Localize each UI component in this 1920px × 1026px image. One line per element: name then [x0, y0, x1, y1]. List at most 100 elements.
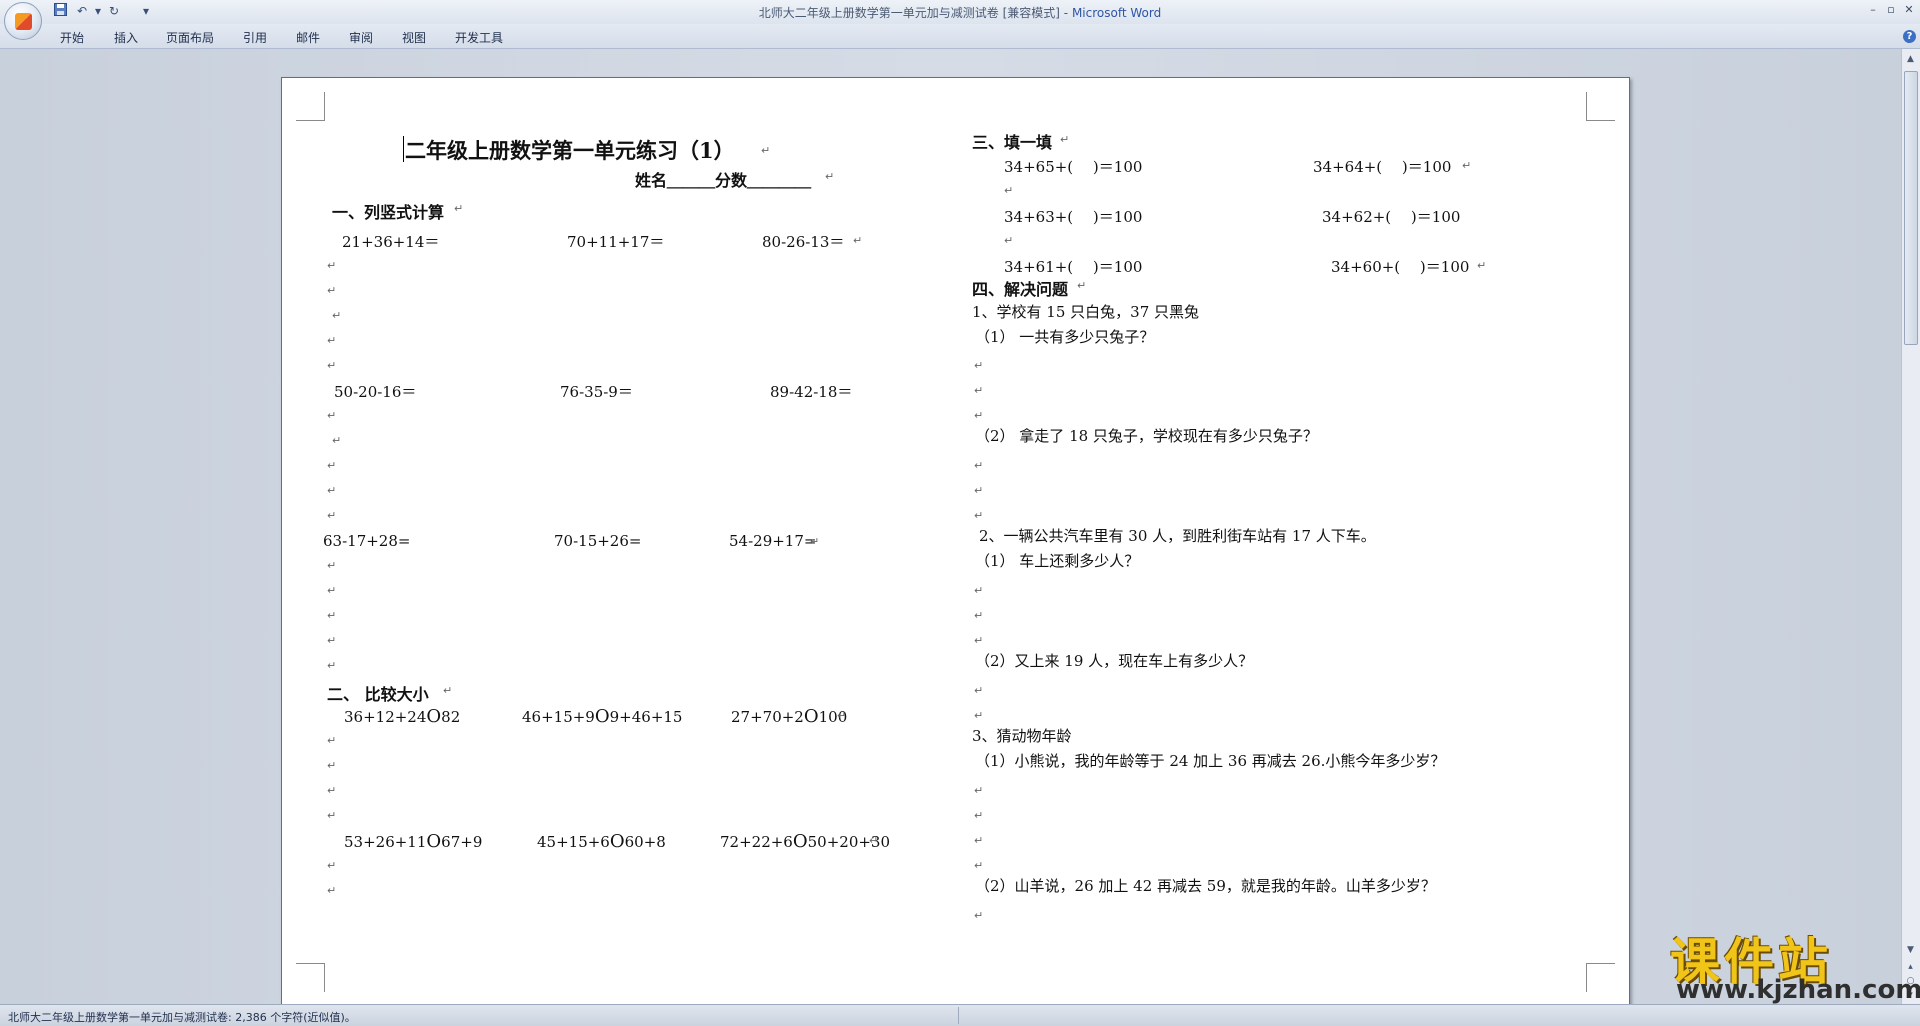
- paragraph-mark: ↵: [327, 459, 337, 472]
- paragraph-mark: ↵: [869, 834, 879, 847]
- paragraph-mark: ↵: [327, 659, 337, 672]
- help-icon[interactable]: ?: [1903, 30, 1916, 43]
- crop-mark: [1586, 963, 1615, 992]
- paragraph-mark: ↵: [327, 409, 337, 422]
- compare-circle[interactable]: O: [595, 706, 610, 727]
- paragraph-mark: ↵: [327, 759, 337, 772]
- problem: 21+36+14＝: [342, 233, 440, 251]
- paragraph-mark: ↵: [327, 284, 337, 297]
- problem: 63-17+28=: [323, 532, 411, 550]
- section-2-heading: 二、 比较大小: [327, 685, 429, 704]
- office-button[interactable]: [4, 2, 42, 40]
- compare-problem: 53+26+11O67+9: [344, 831, 482, 852]
- paragraph-mark: ↵: [810, 535, 820, 548]
- paragraph-mark: ↵: [327, 609, 337, 622]
- compare-circle[interactable]: O: [426, 706, 441, 727]
- tab-developer[interactable]: 开发工具: [455, 29, 503, 46]
- crop-mark: [1586, 92, 1615, 121]
- tab-references[interactable]: 引用: [243, 29, 267, 46]
- close-button[interactable]: ✕: [1900, 3, 1918, 17]
- tab-mailings[interactable]: 邮件: [296, 29, 320, 46]
- compare-problem: 45+15+6O60+8: [537, 831, 666, 852]
- document-workspace: 二年级上册数学第一单元练习（1） ↵ 姓名＿＿＿分数＿＿＿＿ ↵ 一、列竖式计算…: [0, 49, 1902, 1004]
- tab-review[interactable]: 审阅: [349, 29, 373, 46]
- expression: 60+8: [624, 833, 666, 851]
- compare-circle[interactable]: O: [610, 831, 625, 852]
- scroll-up-icon[interactable]: ▲: [1904, 53, 1917, 66]
- paragraph-mark: ↵: [974, 834, 984, 847]
- restore-button[interactable]: ▫: [1882, 3, 1900, 17]
- status-text[interactable]: 北师大二年级上册数学第一单元加与减测试卷: 2,386 个字符(近似值)。: [8, 1009, 356, 1025]
- paragraph-mark: ↵: [974, 809, 984, 822]
- paragraph-mark: ↵: [327, 809, 337, 822]
- question-3-1: （1）小熊说，我的年龄等于 24 加上 36 再减去 26.小熊今年多少岁？: [975, 752, 1446, 770]
- paragraph-mark: ↵: [454, 202, 464, 215]
- expression: 53+26+11: [344, 833, 427, 851]
- vertical-scrollbar[interactable]: ▲ ▼ ▴ ○ ▾: [1901, 49, 1920, 1004]
- compare-circle[interactable]: O: [426, 831, 441, 852]
- scroll-thumb[interactable]: [1904, 71, 1918, 345]
- previous-page-icon[interactable]: ▴: [1904, 961, 1917, 974]
- office-logo-icon: [15, 13, 32, 30]
- name-score-line: 姓名＿＿＿分数＿＿＿＿: [635, 171, 812, 190]
- app-name: Microsoft Word: [1071, 6, 1162, 20]
- paragraph-mark: ↵: [974, 484, 984, 497]
- paragraph-mark: ↵: [327, 484, 337, 497]
- problem: 70-15+26=: [554, 532, 642, 550]
- question-2-1: （1） 车上还剩多少人？: [975, 552, 1140, 570]
- paragraph-mark: ↵: [974, 684, 984, 697]
- status-bar: 北师大二年级上册数学第一单元加与减测试卷: 2,386 个字符(近似值)。: [0, 1004, 1920, 1026]
- fill-problem: 34+64+( )＝100: [1313, 158, 1452, 176]
- paragraph-mark: ↵: [327, 559, 337, 572]
- compare-problem: 27+70+2O100: [731, 706, 847, 727]
- document-page[interactable]: 二年级上册数学第一单元练习（1） ↵ 姓名＿＿＿分数＿＿＿＿ ↵ 一、列竖式计算…: [281, 77, 1630, 1004]
- paragraph-mark: ↵: [327, 584, 337, 597]
- compare-circle[interactable]: O: [793, 831, 808, 852]
- scroll-down-icon[interactable]: ▼: [1904, 944, 1917, 957]
- tab-home[interactable]: 开始: [60, 29, 84, 46]
- site-watermark-url: www.kjzhan.com: [1676, 975, 1920, 1005]
- paragraph-mark: ↵: [332, 309, 342, 322]
- paragraph-mark: ↵: [825, 170, 835, 183]
- paragraph-mark: ↵: [327, 259, 337, 272]
- paragraph-mark: ↵: [761, 144, 771, 157]
- document-title: 二年级上册数学第一单元练习（1）: [405, 138, 735, 163]
- question-3: 3、猜动物年龄: [972, 727, 1072, 745]
- paragraph-mark: ↵: [853, 234, 863, 247]
- section-1-heading: 一、列竖式计算: [332, 203, 445, 222]
- paragraph-mark: ↵: [327, 859, 337, 872]
- paragraph-mark: ↵: [974, 859, 984, 872]
- paragraph-mark: ↵: [327, 359, 337, 372]
- question-1-2: （2） 拿走了 18 只兔子，学校现在有多少只兔子？: [975, 427, 1318, 445]
- paragraph-mark: ↵: [1477, 259, 1487, 272]
- paragraph-mark: ↵: [327, 784, 337, 797]
- question-3-2: （2）山羊说，26 加上 42 再减去 59，就是我的年龄。山羊多少岁？: [975, 877, 1436, 895]
- minimize-button[interactable]: –: [1864, 3, 1882, 17]
- paragraph-mark: ↵: [327, 509, 337, 522]
- expression: 45+15+6: [537, 833, 610, 851]
- tab-insert[interactable]: 插入: [114, 29, 138, 46]
- compare-circle[interactable]: O: [804, 706, 819, 727]
- fill-problem: 34+61+( )＝100: [1004, 258, 1143, 276]
- expression: 67+9: [441, 833, 483, 851]
- paragraph-mark: ↵: [327, 884, 337, 897]
- expression: 27+70+2: [731, 708, 804, 726]
- paragraph-mark: ↵: [974, 909, 984, 922]
- question-1: 1、学校有 15 只白兔，37 只黑兔: [972, 303, 1200, 321]
- paragraph-mark: ↵: [974, 584, 984, 597]
- tab-page-layout[interactable]: 页面布局: [166, 29, 214, 46]
- tab-view[interactable]: 视图: [402, 29, 426, 46]
- paragraph-mark: ↵: [974, 409, 984, 422]
- window-title: 北师大二年级上册数学第一单元加与减测试卷 [兼容模式] - Microsoft …: [0, 4, 1920, 21]
- paragraph-mark: ↵: [974, 634, 984, 647]
- paragraph-mark: ↵: [1004, 234, 1014, 247]
- text-cursor: [403, 136, 404, 162]
- paragraph-mark: ↵: [1462, 159, 1472, 172]
- paragraph-mark: ↵: [443, 684, 453, 697]
- problem: 54-29+17=: [729, 532, 817, 550]
- paragraph-mark: ↵: [974, 459, 984, 472]
- paragraph-mark: ↵: [332, 434, 342, 447]
- paragraph-mark: ↵: [837, 709, 847, 722]
- section-3-heading: 三、填一填: [972, 133, 1053, 152]
- title-separator: -: [1059, 6, 1072, 20]
